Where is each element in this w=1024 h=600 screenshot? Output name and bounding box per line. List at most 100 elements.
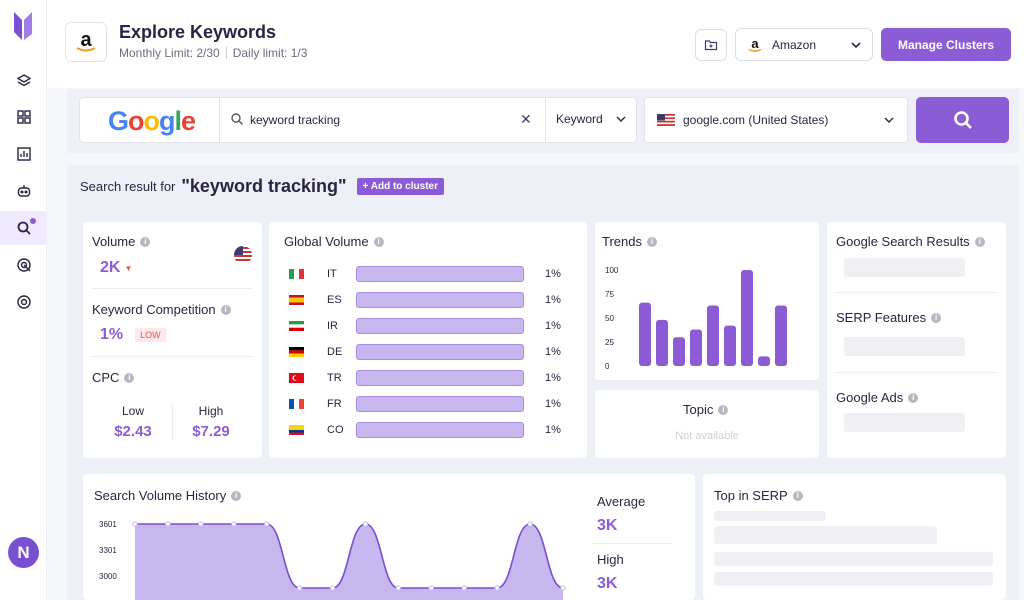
page-title: Explore Keywords bbox=[119, 22, 277, 42]
global-volume-row: IT 1% bbox=[289, 266, 579, 282]
flag-tr-icon bbox=[289, 373, 304, 383]
trend-bar bbox=[639, 302, 651, 366]
sidebar-item-analytics[interactable] bbox=[0, 137, 47, 171]
info-icon[interactable]: i bbox=[908, 392, 919, 403]
history-point bbox=[461, 585, 467, 591]
flag-ir-icon bbox=[289, 321, 304, 331]
history-point bbox=[165, 521, 171, 527]
us-flag-round-icon bbox=[234, 246, 252, 264]
trend-bar bbox=[673, 337, 685, 366]
search-bar: Google ✕ Keyword bbox=[79, 97, 637, 143]
folder-button[interactable] bbox=[695, 29, 727, 61]
y-tick-label: 3000 bbox=[99, 572, 117, 581]
competition-title: Keyword Competition i bbox=[92, 302, 231, 317]
country-code: IT bbox=[327, 268, 337, 280]
info-icon[interactable]: i bbox=[646, 236, 657, 247]
sidebar-item-ai[interactable] bbox=[0, 174, 47, 208]
volume-bar bbox=[356, 344, 524, 360]
metrics-card: Volume i 2K ▼ Keyword Competition i 1% LOW… bbox=[83, 222, 262, 458]
ads-icon bbox=[16, 258, 31, 272]
country-code: TR bbox=[327, 372, 342, 384]
flag-fr-icon bbox=[289, 399, 304, 409]
trend-bar bbox=[758, 356, 770, 366]
clear-icon[interactable]: ✕ bbox=[520, 111, 532, 128]
info-icon[interactable]: i bbox=[124, 372, 135, 383]
cpc-low-label: Low bbox=[121, 404, 144, 418]
usage-limits: Monthly Limit: 2/30 Daily limit: 1/3 bbox=[119, 46, 307, 60]
google-results-title-text: Google Search Results bbox=[836, 234, 970, 249]
global-volume-row: DE 1% bbox=[289, 344, 579, 360]
sidebar-item-ads[interactable] bbox=[0, 248, 47, 282]
flag-co-icon bbox=[289, 425, 304, 435]
google-info-card: Google Search Results i SERP Features i Go… bbox=[827, 222, 1006, 458]
search-keyword-icon bbox=[17, 221, 31, 235]
loading-placeholder bbox=[714, 552, 993, 566]
y-tick-label: 3601 bbox=[99, 520, 117, 529]
search-submit-button[interactable] bbox=[916, 97, 1009, 143]
sidebar-item-layers[interactable] bbox=[0, 64, 47, 98]
monthly-limit: Monthly Limit: 2/30 bbox=[119, 46, 220, 60]
serp-features-title-text: SERP Features bbox=[836, 310, 927, 325]
divider bbox=[219, 98, 220, 142]
y-tick-label: 3301 bbox=[99, 546, 117, 555]
info-icon[interactable]: i bbox=[974, 236, 985, 247]
trend-bar bbox=[707, 305, 719, 366]
app-logo-icon[interactable] bbox=[14, 12, 32, 40]
daily-limit: Daily limit: 1/3 bbox=[232, 46, 308, 60]
average-value: 3K bbox=[597, 517, 618, 534]
volume-percent: 1% bbox=[545, 372, 561, 384]
google-ads-title: Google Ads i bbox=[836, 390, 919, 405]
trend-down-icon: ▼ bbox=[124, 263, 133, 273]
country-code: DE bbox=[327, 346, 343, 358]
add-to-cluster-button[interactable]: + Add to cluster bbox=[356, 178, 444, 195]
trend-bar bbox=[741, 270, 753, 366]
cpc-title-text: CPC bbox=[92, 370, 120, 385]
volume-percent: 1% bbox=[545, 294, 561, 306]
search-type-select[interactable]: Keyword bbox=[556, 112, 627, 126]
avatar[interactable]: N bbox=[8, 537, 39, 568]
loading-placeholder bbox=[714, 511, 826, 521]
history-point bbox=[132, 521, 138, 527]
info-icon[interactable]: i bbox=[792, 490, 803, 501]
sidebar-item-dashboard[interactable] bbox=[0, 100, 47, 134]
info-icon[interactable]: i bbox=[373, 236, 384, 247]
search-engine-select[interactable]: google.com (United States) bbox=[644, 97, 908, 143]
history-point bbox=[395, 585, 402, 591]
manage-clusters-button[interactable]: Manage Clusters bbox=[881, 28, 1011, 61]
sidebar-item-keywords[interactable] bbox=[0, 211, 47, 245]
flag-es-icon bbox=[289, 295, 304, 305]
cpc-high-label: High bbox=[198, 404, 224, 418]
info-icon[interactable]: i bbox=[718, 404, 729, 415]
cpc-title: CPC i bbox=[92, 370, 135, 385]
cpc-low: Low $2.43 bbox=[93, 404, 173, 440]
info-icon[interactable]: i bbox=[931, 312, 942, 323]
keyword-search-input[interactable] bbox=[250, 110, 510, 130]
us-flag-icon bbox=[657, 114, 675, 126]
engine-location-label: google.com (United States) bbox=[683, 113, 829, 127]
trend-bar bbox=[775, 305, 787, 366]
top-serp-title: Top in SERP i bbox=[714, 488, 803, 503]
info-icon[interactable]: i bbox=[231, 490, 242, 501]
history-point bbox=[263, 521, 270, 527]
high-stat: High 3K bbox=[597, 552, 624, 593]
history-point bbox=[296, 585, 303, 591]
country-code: ES bbox=[327, 294, 342, 306]
info-icon[interactable]: i bbox=[220, 304, 231, 315]
google-ads-title-text: Google Ads bbox=[836, 390, 904, 405]
global-volume-row: TR 1% bbox=[289, 370, 579, 386]
global-volume-title-text: Global Volume bbox=[284, 234, 369, 249]
info-icon[interactable]: i bbox=[140, 236, 151, 247]
volume-history-title: Search Volume History i bbox=[94, 488, 242, 503]
sidebar-item-settings[interactable] bbox=[0, 285, 47, 319]
loading-placeholder bbox=[844, 413, 965, 432]
marketplace-select[interactable]: a Amazon bbox=[735, 28, 873, 61]
trend-bar bbox=[656, 319, 668, 366]
search-icon bbox=[953, 111, 972, 129]
result-heading: Search result for "keyword tracking" + A… bbox=[80, 176, 444, 197]
header: a Explore Keywords Monthly Limit: 2/30 D… bbox=[47, 0, 1024, 88]
search-type-label: Keyword bbox=[556, 112, 603, 126]
volume-value: 2K bbox=[100, 259, 121, 276]
loading-placeholder bbox=[714, 572, 993, 586]
loading-placeholder bbox=[844, 337, 965, 356]
cpc-high-value: $7.29 bbox=[192, 423, 230, 440]
